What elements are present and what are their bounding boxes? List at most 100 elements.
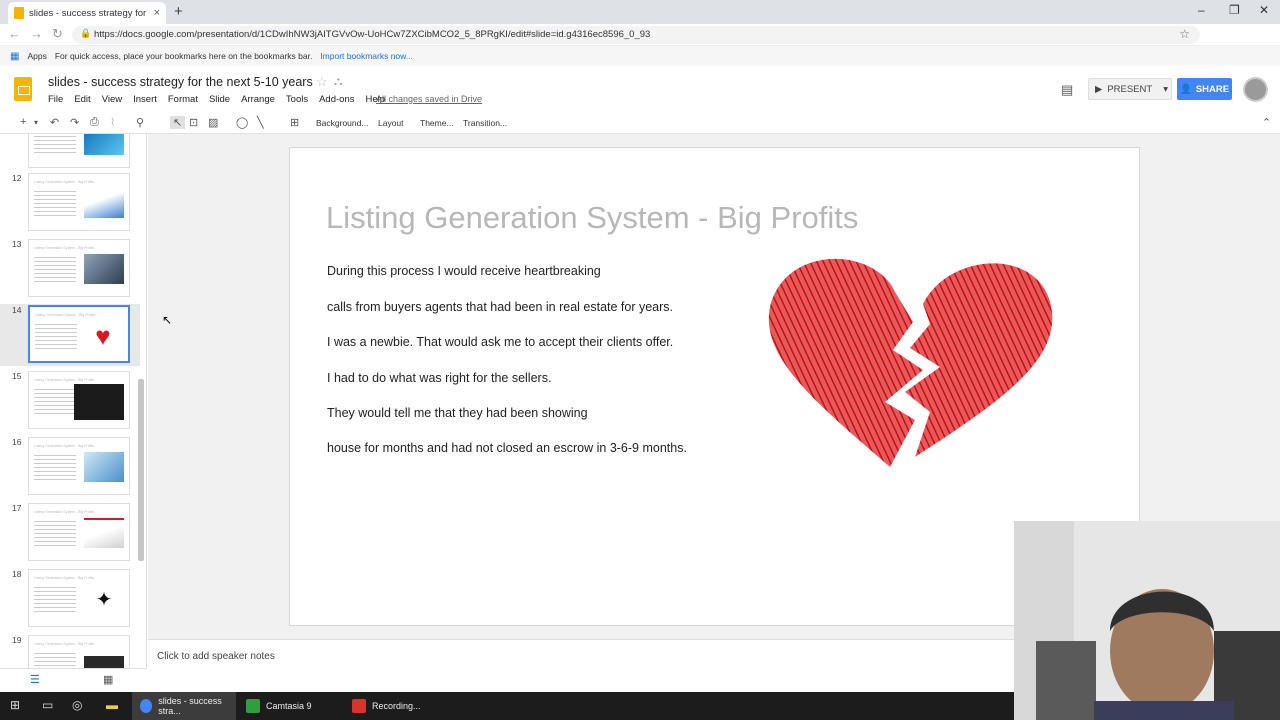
paint-format-icon[interactable]: ⌇	[110, 116, 115, 129]
slide-body-line[interactable]: I had to do what was right for the selle…	[327, 371, 551, 385]
print-icon[interactable]: ⎙	[90, 116, 99, 129]
redo-icon[interactable]: ↷	[70, 116, 79, 129]
speaker-notes-placeholder: Click to add speaker notes	[157, 651, 275, 662]
slide-thumbnail[interactable]: Listing Generation System - Big Profits	[28, 371, 130, 429]
slide-body-line[interactable]: calls from buyers agents that had been i…	[327, 300, 673, 314]
slides-logo-icon[interactable]	[14, 77, 32, 101]
menu-format[interactable]: Format	[168, 94, 198, 105]
menu-addons[interactable]: Add-ons	[319, 94, 354, 105]
menu-insert[interactable]: Insert	[133, 94, 157, 105]
slide-thumbnail[interactable]: Listing Generation System - Big Profits	[28, 239, 130, 297]
text-box-icon[interactable]: ⊡	[189, 116, 198, 129]
slide-thumbnail[interactable]	[28, 134, 130, 168]
image-icon[interactable]: ▨	[208, 116, 218, 129]
slide-body-line[interactable]: house for months and had not closed an e…	[327, 441, 687, 455]
broken-heart-image[interactable]	[765, 252, 1055, 470]
document-title[interactable]: slides - success strategy for the next 5…	[48, 75, 313, 89]
window-close-icon[interactable]: ✕	[1259, 3, 1269, 17]
apps-link[interactable]: Apps	[27, 51, 46, 61]
bookmark-star-icon[interactable]: ☆	[1179, 27, 1190, 41]
present-button[interactable]: ▶ PRESENT ▾	[1088, 78, 1172, 100]
filmstrip-scrollbar[interactable]	[138, 379, 144, 561]
windows-taskbar: ⊞ ▭ ◎ ▬ slides - success stra... Camtasi…	[0, 692, 1014, 720]
slides-favicon-icon	[14, 7, 24, 19]
bookmarks-hint: For quick access, place your bookmarks h…	[54, 51, 313, 61]
docs-header: slides - success strategy for the next 5…	[0, 66, 1280, 112]
menu-tools[interactable]: Tools	[286, 94, 308, 105]
reload-icon[interactable]: ↻	[52, 26, 63, 42]
slide-thumbnail[interactable]: Listing Generation System - Big Profits	[28, 437, 130, 495]
back-icon[interactable]: ←	[8, 26, 21, 41]
select-cursor-icon[interactable]: ↖	[170, 116, 186, 129]
slide-title[interactable]: Listing Generation System - Big Profits	[326, 200, 858, 236]
theme-button[interactable]: Theme...	[420, 118, 454, 128]
save-status[interactable]: All changes saved in Drive	[376, 94, 482, 104]
slide-thumbnail-selected[interactable]: Listing Generation System - Big Profits …	[28, 305, 130, 363]
taskbar-recording[interactable]: Recording...	[344, 692, 448, 720]
slide-number: 18	[12, 569, 22, 579]
close-tab-icon[interactable]: ×	[154, 7, 160, 19]
slide-thumbnail[interactable]: Listing Generation System - Big Profits	[28, 173, 130, 231]
chevron-down-icon[interactable]: ▾	[1163, 84, 1168, 95]
heart-thumb-icon: ♥	[95, 320, 111, 351]
new-tab-button[interactable]: +	[174, 3, 183, 20]
slide-number: 16	[12, 437, 22, 447]
editor-toolbar: + ▾ ↶ ↷ ⎙ ⌇ ⚲ ↖ ⊡ ▨ ◯ ╲ ⊞ Background... …	[0, 112, 1280, 134]
shape-icon[interactable]: ◯	[236, 116, 248, 129]
layout-button[interactable]: Layout	[378, 118, 404, 128]
star-icon[interactable]: ☆	[316, 74, 328, 90]
new-slide-icon[interactable]: +	[20, 116, 26, 128]
slide-canvas[interactable]: Listing Generation System - Big Profits …	[289, 147, 1140, 626]
slide-thumbnail[interactable]: Listing Generation System - Big Profits	[28, 635, 130, 668]
menu-edit[interactable]: Edit	[74, 94, 90, 105]
task-view-icon[interactable]: ▭	[42, 698, 53, 712]
taskbar-camtasia[interactable]: Camtasia 9	[238, 692, 342, 720]
slide-number: 12	[12, 173, 22, 183]
undo-icon[interactable]: ↶	[50, 116, 59, 129]
play-icon: ▶	[1095, 83, 1103, 95]
line-icon[interactable]: ╲	[257, 116, 264, 129]
share-button[interactable]: 👤 SHARE	[1177, 78, 1232, 100]
background-button[interactable]: Background...	[316, 118, 368, 128]
comments-icon[interactable]: ▤	[1061, 82, 1073, 98]
file-explorer-icon[interactable]: ▬	[106, 698, 118, 712]
thumb-image	[74, 384, 124, 420]
mouse-cursor-icon: ↖	[162, 313, 173, 327]
menu-file[interactable]: File	[48, 94, 63, 105]
app-icon[interactable]: ◎	[72, 698, 82, 712]
avatar[interactable]	[1243, 77, 1268, 102]
menu-arrange[interactable]: Arrange	[241, 94, 275, 105]
slide-thumbnail[interactable]: Listing Generation System - Big Profits …	[28, 569, 130, 627]
move-to-folder-icon[interactable]: ⛬	[334, 74, 342, 89]
collapse-chevron-icon[interactable]: ⌃	[1262, 116, 1271, 129]
transition-button[interactable]: Transition...	[463, 118, 507, 128]
forward-icon[interactable]: →	[30, 26, 43, 41]
chrome-icon	[140, 699, 153, 713]
comment-add-icon[interactable]: ⊞	[290, 116, 299, 129]
slide-number: 17	[12, 503, 22, 513]
slide-body-line[interactable]: They would tell me that they had been sh…	[327, 406, 588, 420]
url-field[interactable]: 🔒 https://docs.google.com/presentation/d…	[72, 26, 1200, 44]
zoom-icon[interactable]: ⚲	[136, 116, 144, 129]
slide-number: 19	[12, 635, 22, 645]
chevron-down-icon[interactable]: ▾	[34, 118, 38, 127]
menu-view[interactable]: View	[102, 94, 122, 105]
slide-thumbnail[interactable]: Listing Generation System - Big Profits	[28, 503, 130, 561]
windows-start-icon[interactable]: ⊞	[10, 698, 20, 712]
menu-slide[interactable]: Slide	[209, 94, 230, 105]
import-bookmarks-link[interactable]: Import bookmarks now...	[320, 51, 413, 61]
thumb-image	[84, 188, 124, 218]
grid-view-icon[interactable]: ▦	[103, 673, 113, 686]
apps-grid-icon[interactable]: ▦	[10, 51, 19, 62]
slide-number: 14	[12, 305, 22, 315]
browser-tab[interactable]: slides - success strategy for the n ×	[8, 2, 166, 24]
minimize-icon[interactable]: –	[1198, 3, 1205, 17]
thumb-image	[84, 452, 124, 482]
filmstrip-view-toggles: ☰ ▦	[0, 668, 147, 692]
filmstrip-view-icon[interactable]: ☰	[30, 673, 40, 686]
restore-icon[interactable]: ❐	[1229, 3, 1240, 17]
slide-body-line[interactable]: I was a newbie. That would ask me to acc…	[327, 335, 673, 349]
taskbar-chrome[interactable]: slides - success stra...	[132, 692, 236, 720]
slide-body-line[interactable]: During this process I would receive hear…	[327, 264, 601, 278]
slide-filmstrip[interactable]: 12 Listing Generation System - Big Profi…	[0, 134, 147, 668]
